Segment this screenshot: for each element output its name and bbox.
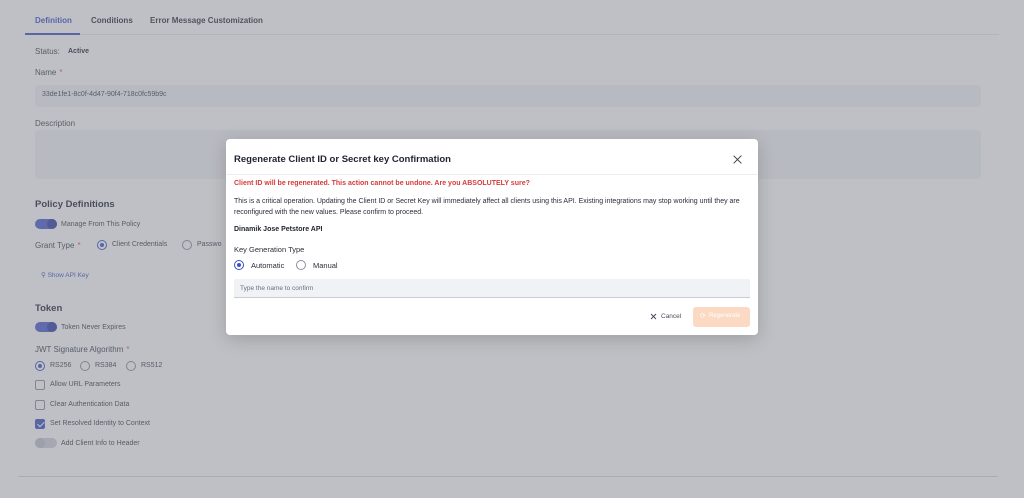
regenerate-label: Regenerate — [709, 313, 741, 319]
modal-header-divider — [226, 174, 758, 175]
refresh-icon: ⟳ — [700, 313, 706, 320]
regenerate-confirmation-modal: Regenerate Client ID or Secret key Confi… — [226, 139, 758, 335]
cancel-label: Cancel — [661, 313, 682, 320]
key-gen-automatic-radio[interactable] — [234, 260, 244, 270]
api-name: Dinamik Jose Petstore API — [234, 226, 323, 233]
modal-description: This is a critical operation. Updating t… — [234, 198, 740, 216]
key-gen-manual-label: Manual — [313, 261, 338, 270]
key-gen-automatic-label: Automatic — [251, 261, 285, 270]
key-generation-type-label: Key Generation Type — [234, 245, 305, 254]
confirm-name-input[interactable] — [234, 279, 750, 297]
confirm-name-field[interactable] — [234, 279, 750, 298]
regenerate-button[interactable]: ⟳ Regenerate — [693, 307, 750, 327]
close-icon — [650, 313, 657, 320]
close-icon[interactable] — [731, 153, 745, 167]
modal-warning: Client ID will be regenerated. This acti… — [234, 180, 530, 187]
cancel-button[interactable]: Cancel — [646, 309, 686, 325]
modal-title: Regenerate Client ID or Secret key Confi… — [234, 154, 451, 165]
key-gen-manual-radio[interactable] — [296, 260, 306, 270]
